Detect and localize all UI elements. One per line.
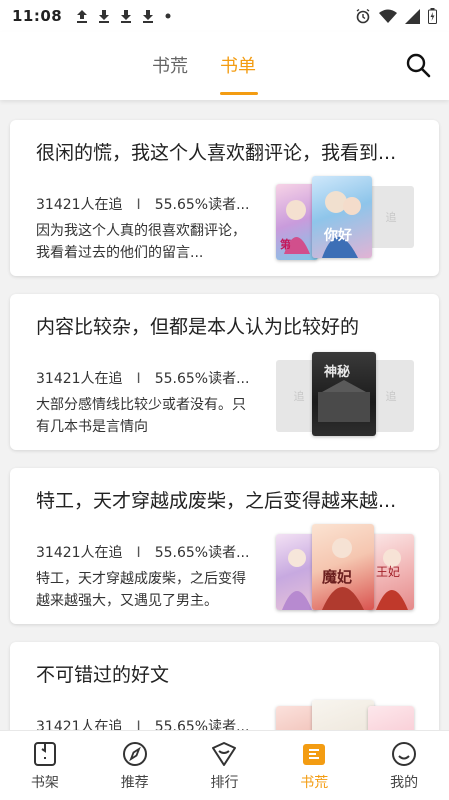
- nav-bookshelf[interactable]: 书架: [5, 740, 85, 792]
- status-system-icons: [355, 8, 437, 24]
- card-description: 大部分感情线比较少或者没有。只有几本书是言情向: [36, 397, 246, 435]
- book-list-card[interactable]: 内容比较杂，但都是本人认为比较好的 31421人在追 I 55.65%读者... 大…: [10, 294, 439, 450]
- book-cover: 神秘: [312, 352, 376, 436]
- nav-label: 推荐: [120, 774, 149, 791]
- book-covers: [276, 698, 416, 730]
- wifi-icon: [379, 9, 397, 23]
- followers-count: 31421人在追: [36, 545, 123, 561]
- book-cover-art: 魔妃: [322, 538, 364, 610]
- download-icon: [143, 10, 154, 23]
- book-cover: 王妃: [368, 534, 414, 610]
- book-cover-art: 王妃: [376, 549, 408, 610]
- active-tab-indicator: [220, 92, 258, 95]
- readers-percent: 55.65%读者...: [154, 371, 250, 387]
- card-stats: 31421人在追 I 55.65%读者...: [36, 194, 258, 214]
- download-icon: [99, 10, 110, 23]
- book-cover-art: 你好: [322, 191, 361, 258]
- readers-percent: 55.65%读者...: [154, 545, 250, 561]
- battery-icon: [428, 8, 437, 24]
- book-list-feed: 很闲的慌，我这个人喜欢翻评论，我看到... 31421人在追 I 55.65%读者.…: [0, 100, 449, 730]
- nav-label: 我的: [390, 774, 419, 791]
- card-stats: 31421人在追 I 55.65%读者...: [36, 542, 258, 562]
- svg-text:第: 第: [280, 237, 291, 251]
- stats-separator: I: [136, 719, 141, 730]
- book-cover: [312, 700, 374, 730]
- book-cover: 魔妃: [312, 524, 374, 610]
- nav-ranking[interactable]: 排行: [184, 740, 264, 792]
- book-cover: [368, 706, 414, 730]
- book-covers: 追 第 你好: [276, 176, 416, 266]
- svg-text:神秘: 神秘: [324, 364, 350, 380]
- book-cover-art: 神秘: [318, 364, 370, 422]
- book-covers: 王妃 魔妃: [276, 524, 416, 614]
- nav-label: 排行: [210, 774, 239, 791]
- nav-label: 书架: [30, 774, 59, 791]
- top-header: 书荒 书单: [0, 32, 449, 100]
- search-icon[interactable]: [405, 52, 431, 78]
- book-list-card[interactable]: 不可错过的好文 31421人在追 I 55.65%读者...: [10, 642, 439, 730]
- stats-separator: I: [136, 371, 141, 387]
- svg-text:王妃: 王妃: [376, 565, 400, 579]
- dot-icon: [165, 13, 171, 19]
- alarm-icon: [356, 8, 370, 24]
- compass-icon: [122, 741, 147, 766]
- card-description: 因为我这个人真的很喜欢翻评论，我看着过去的他们的留言...: [36, 223, 246, 261]
- bookshelf-icon: [33, 741, 56, 766]
- book-cover: 你好: [312, 176, 372, 258]
- nav-profile[interactable]: 我的: [364, 740, 444, 792]
- status-bar: 11:08: [0, 0, 449, 32]
- tab-book-shortage[interactable]: 书荒: [152, 52, 188, 78]
- status-time: 11:08: [12, 7, 63, 25]
- readers-percent: 55.65%读者...: [154, 197, 250, 213]
- nav-book-shortage[interactable]: 书荒: [274, 740, 354, 792]
- book-covers: 追 追 神秘: [276, 350, 416, 440]
- nav-recommend[interactable]: 推荐: [95, 740, 175, 792]
- download-icon: [121, 10, 132, 23]
- readers-percent: 55.65%读者...: [154, 719, 250, 730]
- book-cover-placeholder: 追: [368, 186, 414, 248]
- ranking-icon: [212, 741, 237, 766]
- followers-count: 31421人在追: [36, 371, 123, 387]
- profile-icon: [392, 741, 417, 766]
- card-stats: 31421人在追 I 55.65%读者...: [36, 368, 258, 388]
- signal-icon: [405, 8, 420, 24]
- svg-text:魔妃: 魔妃: [322, 568, 352, 586]
- upload-icon: [77, 10, 88, 23]
- bottom-navigation: 书架 推荐 排行 书荒 我的: [0, 730, 449, 800]
- book-list-card[interactable]: 特工，天才穿越成废柴，之后变得越来越... 31421人在追 I 55.65%读者.…: [10, 468, 439, 624]
- status-notifications: [76, 9, 172, 23]
- card-description: 特工，天才穿越成废柴，之后变得越来越强大，又遇见了男主。: [36, 571, 246, 609]
- card-stats: 31421人在追 I 55.65%读者...: [36, 716, 258, 730]
- followers-count: 31421人在追: [36, 197, 123, 213]
- tab-book-list[interactable]: 书单: [220, 52, 256, 78]
- card-title: 特工，天才穿越成废柴，之后变得越来越...: [36, 490, 397, 512]
- followers-count: 31421人在追: [36, 719, 123, 730]
- svg-text:你好: 你好: [323, 227, 352, 244]
- card-title: 不可错过的好文: [36, 664, 170, 686]
- card-title: 很闲的慌，我这个人喜欢翻评论，我看到...: [36, 142, 397, 164]
- stats-separator: I: [136, 197, 141, 213]
- book-shortage-icon: [303, 743, 326, 765]
- stats-separator: I: [136, 545, 141, 561]
- nav-label: 书荒: [300, 774, 329, 791]
- card-title: 内容比较杂，但都是本人认为比较好的: [36, 316, 360, 338]
- book-list-card[interactable]: 很闲的慌，我这个人喜欢翻评论，我看到... 31421人在追 I 55.65%读者.…: [10, 120, 439, 276]
